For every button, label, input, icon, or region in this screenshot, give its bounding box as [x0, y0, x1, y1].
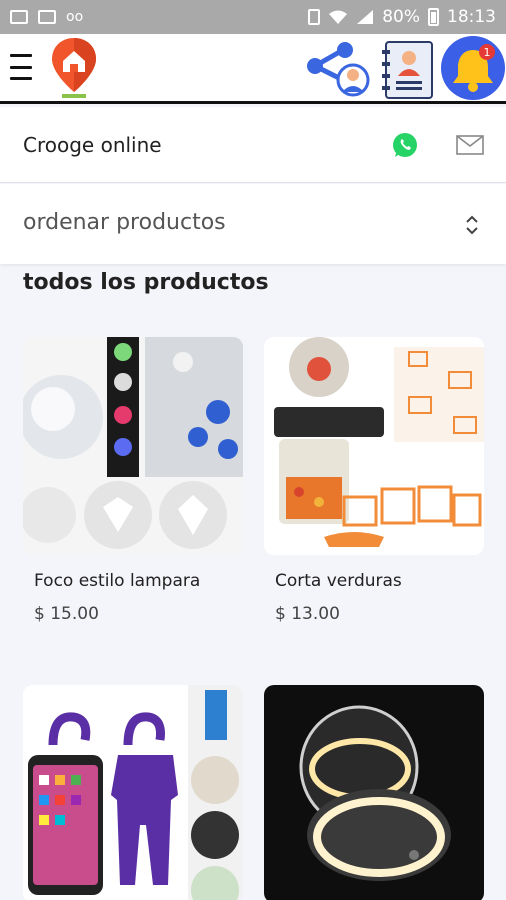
status-bar: oo 80% 18:13 [0, 0, 506, 34]
product-name: Corta verduras [275, 571, 402, 591]
battery-percent: 80% [382, 7, 420, 27]
notifications-button[interactable]: 1 [441, 36, 505, 100]
bell-icon: 1 [453, 44, 495, 92]
shop-header: Crooge online [0, 107, 506, 183]
battery-icon [428, 8, 439, 26]
signal-icon [357, 10, 374, 24]
map-pin-home-logo [52, 38, 96, 98]
gallery-icon [10, 10, 28, 24]
product-image [264, 337, 484, 555]
whatsapp-icon[interactable] [391, 131, 419, 159]
voicemail-icon: oo [66, 9, 84, 25]
unfold-icon [466, 215, 478, 235]
product-card[interactable] [23, 685, 243, 900]
product-card[interactable]: Corta verduras $ 13.00 [264, 337, 484, 624]
product-price: $ 15.00 [34, 604, 99, 624]
mail-icon[interactable] [456, 135, 484, 155]
share-user-icon[interactable] [303, 40, 371, 98]
product-image [264, 685, 484, 900]
contact-book-icon[interactable] [378, 38, 434, 100]
product-card[interactable]: Foco estilo lampara $ 15.00 [23, 337, 243, 624]
sort-select[interactable]: ordenar productos [0, 184, 506, 264]
section-title: todos los productos [23, 270, 269, 295]
laptop-icon [38, 10, 56, 24]
notification-count: 1 [484, 46, 491, 59]
product-image [23, 685, 243, 900]
hamburger-icon[interactable] [10, 54, 32, 80]
wifi-icon [329, 10, 348, 24]
shop-name: Crooge online [23, 133, 162, 157]
product-price: $ 13.00 [275, 604, 340, 624]
product-card[interactable] [264, 685, 484, 900]
product-name: Foco estilo lampara [34, 571, 201, 591]
product-image [23, 337, 243, 555]
clock: 18:13 [447, 7, 496, 27]
sim-icon [308, 9, 321, 25]
app-bar: 1 [0, 34, 506, 104]
sort-label: ordenar productos [23, 210, 226, 235]
